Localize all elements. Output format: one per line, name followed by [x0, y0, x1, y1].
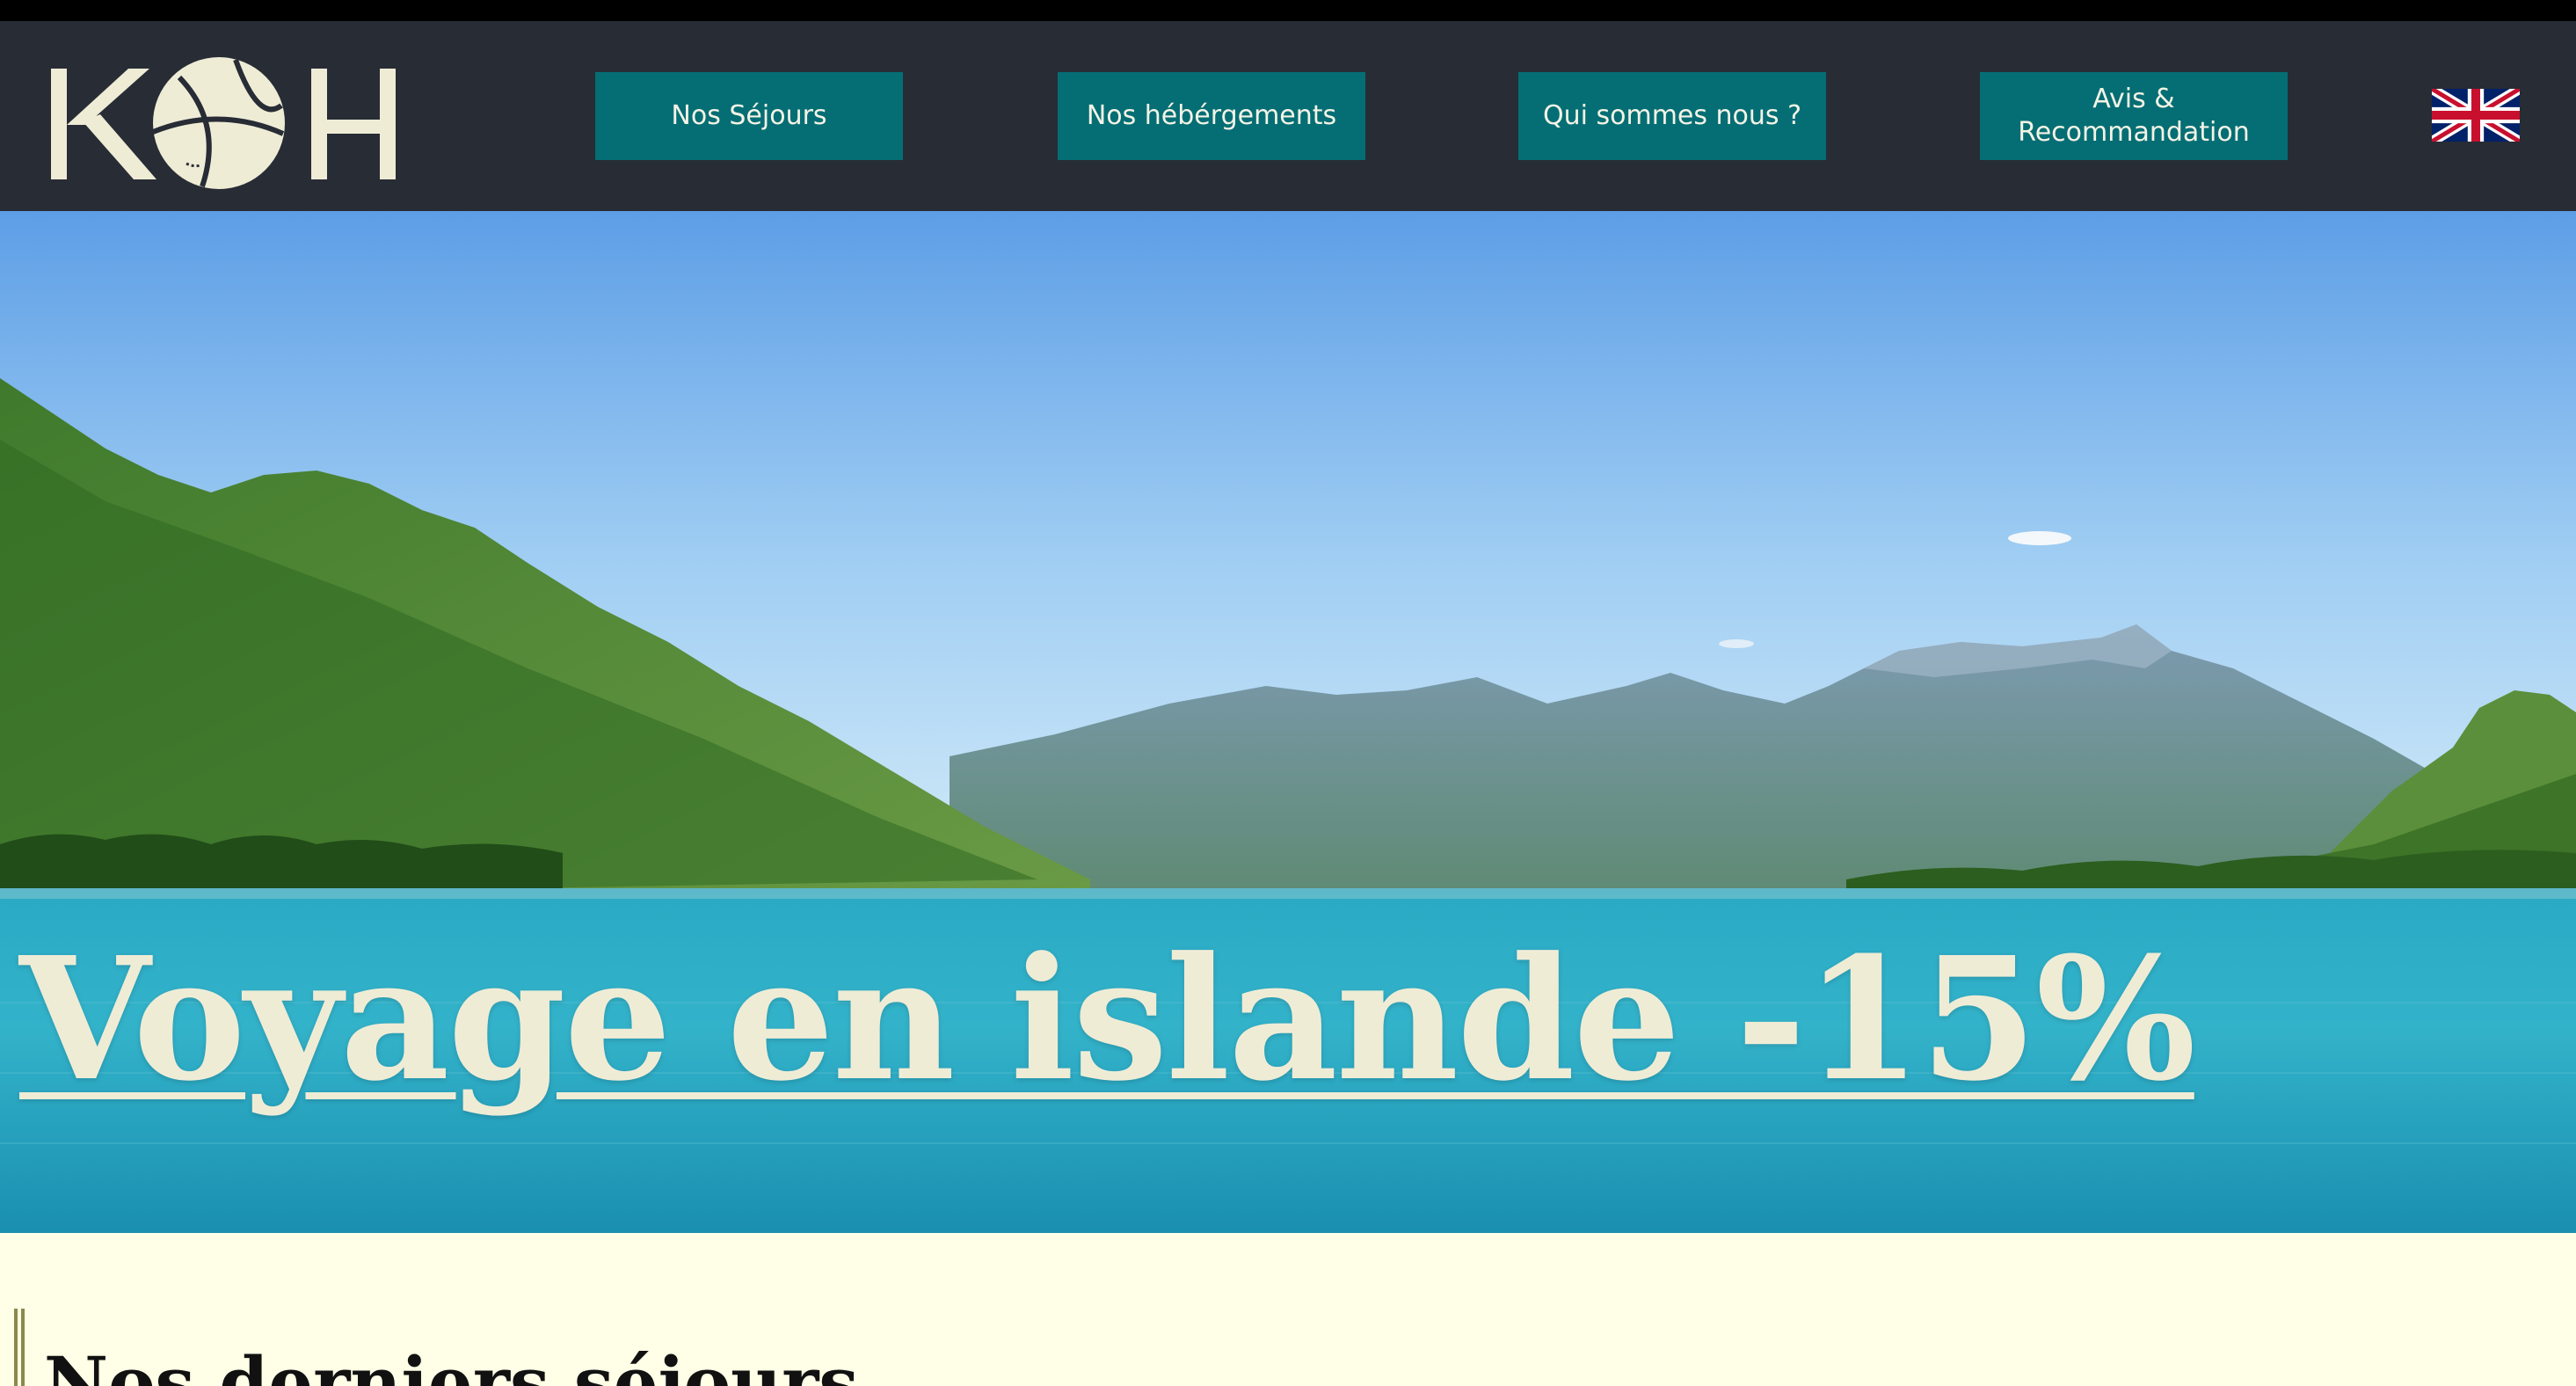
- nav-hebergements-button[interactable]: Nos hébérgements: [1058, 72, 1365, 160]
- nav-sejours-button[interactable]: Nos Séjours: [595, 72, 903, 160]
- nav-qui-sommes-nous-button[interactable]: Qui sommes nous ?: [1518, 72, 1826, 160]
- hero-promo-title-link[interactable]: Voyage en islande -15%: [19, 915, 2196, 1126]
- section-accent-bar: [14, 1309, 25, 1386]
- section-heading: Nos derniers séjours: [44, 1341, 859, 1386]
- latest-stays-section: Nos derniers séjours: [0, 1233, 2576, 1386]
- site-logo[interactable]: [47, 53, 399, 193]
- language-switch-uk[interactable]: [2432, 89, 2520, 142]
- uk-flag-icon: [2432, 89, 2520, 142]
- koh-logo-icon: [51, 57, 396, 189]
- page: Nos Séjours Nos hébérgements Qui sommes …: [0, 0, 2576, 1386]
- site-header: Nos Séjours Nos hébérgements Qui sommes …: [0, 21, 2576, 211]
- hero-banner: Voyage en islande -15%: [0, 211, 2576, 1233]
- browser-top-strip: [0, 0, 2576, 21]
- nav-avis-recommandation-button[interactable]: Avis & Recommandation: [1980, 72, 2288, 160]
